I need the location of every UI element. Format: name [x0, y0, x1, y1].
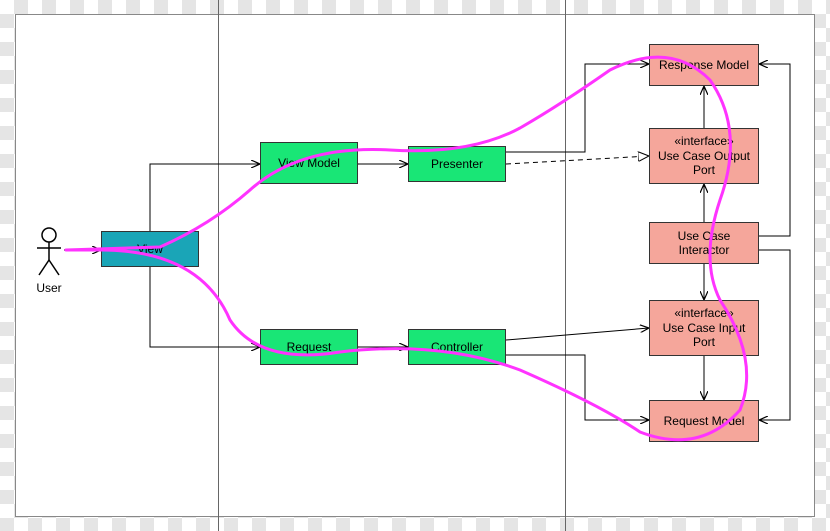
box-label: Use Case Interactor — [652, 229, 756, 258]
stereotype-label: «interface» — [674, 134, 733, 148]
box-label: View Model — [278, 156, 340, 170]
box-label: Presenter — [431, 157, 483, 171]
box-label: Request Model — [664, 414, 745, 428]
box-presenter: Presenter — [408, 146, 506, 182]
box-label: Response Model — [659, 58, 749, 72]
box-view-model: View Model — [260, 142, 358, 184]
actor-user: User — [34, 227, 64, 295]
box-label: Use Case Output Port — [652, 149, 756, 178]
box-uc-input-port: «interface» Use Case Input Port — [649, 300, 759, 356]
box-view: View — [101, 231, 199, 267]
box-uc-output-port: «interface» Use Case Output Port — [649, 128, 759, 184]
box-controller: Controller — [408, 329, 506, 365]
stereotype-label: «interface» — [674, 306, 733, 320]
box-label: Controller — [431, 340, 483, 354]
box-request-model: Request Model — [649, 400, 759, 442]
box-uc-interactor: Use Case Interactor — [649, 222, 759, 264]
box-label: View — [137, 242, 163, 256]
box-label: Use Case Input Port — [652, 321, 756, 350]
stick-figure-icon — [34, 227, 64, 277]
box-response-model: Response Model — [649, 44, 759, 86]
box-label: Request — [287, 340, 332, 354]
actor-label: User — [36, 281, 61, 295]
box-request: Request — [260, 329, 358, 365]
